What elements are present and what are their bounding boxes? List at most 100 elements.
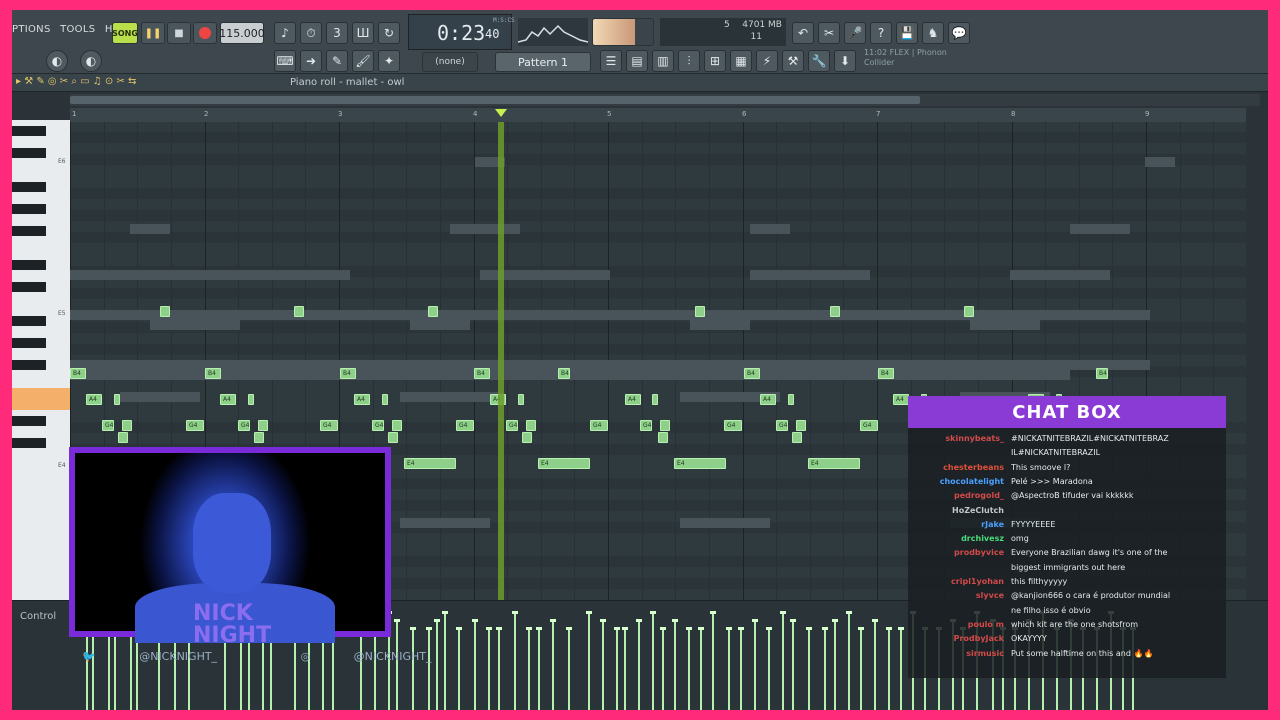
note[interactable]: B4: [744, 368, 760, 379]
note[interactable]: [248, 394, 254, 405]
black-key[interactable]: [12, 338, 46, 348]
master-pitch-knob[interactable]: ◐: [80, 50, 102, 72]
note[interactable]: G4: [590, 420, 608, 431]
velocity-bar[interactable]: [660, 627, 666, 710]
loop-record-icon[interactable]: ↻: [378, 22, 400, 44]
note[interactable]: [652, 394, 658, 405]
note[interactable]: A4: [354, 394, 370, 405]
scrollbar-thumb[interactable]: [70, 96, 920, 104]
note[interactable]: A4: [625, 394, 641, 405]
piano-keyboard[interactable]: E6 E5 E4: [12, 120, 70, 600]
step-edit-icon[interactable]: Ш: [352, 22, 374, 44]
black-key[interactable]: [12, 282, 46, 292]
velocity-bar[interactable]: [872, 619, 878, 710]
cut-icon[interactable]: ✂: [818, 22, 840, 44]
note[interactable]: [114, 394, 120, 405]
wait-input-icon[interactable]: ⏱: [300, 22, 322, 44]
velocity-bar[interactable]: [526, 627, 532, 710]
velocity-bar[interactable]: [636, 619, 642, 710]
velocity-bar[interactable]: [536, 627, 542, 710]
velocity-bar[interactable]: [622, 627, 628, 710]
velocity-bar[interactable]: [790, 619, 796, 710]
highlighted-key[interactable]: [12, 388, 70, 410]
microphone-icon[interactable]: 🎤: [844, 22, 866, 44]
horizontal-scrollbar[interactable]: [70, 94, 1260, 106]
note[interactable]: [392, 420, 402, 431]
pencil-icon[interactable]: ✎: [326, 50, 348, 72]
velocity-bar[interactable]: [898, 627, 904, 710]
note[interactable]: [792, 432, 802, 443]
black-key[interactable]: [12, 148, 46, 158]
tempo-display[interactable]: 115.000: [219, 22, 265, 44]
note[interactable]: G4: [456, 420, 474, 431]
mixer-icon[interactable]: ⫶: [678, 50, 700, 72]
arrow-icon[interactable]: ➜: [300, 50, 322, 72]
note[interactable]: G4: [372, 420, 384, 431]
note[interactable]: A4: [760, 394, 776, 405]
playhead[interactable]: [498, 122, 504, 600]
note[interactable]: B4: [474, 368, 490, 379]
velocity-bar[interactable]: [566, 627, 572, 710]
stop-button[interactable]: ■: [167, 22, 191, 44]
song-mode-button[interactable]: SONG: [112, 22, 138, 44]
black-key[interactable]: [12, 360, 46, 370]
undo-icon[interactable]: ↶: [792, 22, 814, 44]
pattern-selector[interactable]: Pattern 1: [495, 52, 591, 72]
playhead-marker-icon[interactable]: [495, 109, 507, 117]
note[interactable]: G4: [102, 420, 114, 431]
velocity-bar[interactable]: [410, 627, 416, 710]
velocity-bar[interactable]: [672, 619, 678, 710]
snap-select[interactable]: (none): [422, 52, 478, 72]
note[interactable]: G4: [238, 420, 250, 431]
note[interactable]: [658, 432, 668, 443]
note[interactable]: [428, 306, 438, 317]
pause-button[interactable]: ❚❚: [141, 22, 165, 44]
black-key[interactable]: [12, 126, 46, 136]
velocity-bar[interactable]: [106, 627, 112, 710]
velocity-bar[interactable]: [846, 611, 852, 710]
playlist-icon[interactable]: ☰: [600, 50, 622, 72]
note[interactable]: [788, 394, 794, 405]
velocity-bar[interactable]: [832, 619, 838, 710]
note[interactable]: [294, 306, 304, 317]
note[interactable]: [254, 432, 264, 443]
black-key[interactable]: [12, 204, 46, 214]
help-icon[interactable]: ?: [870, 22, 892, 44]
note[interactable]: G4: [186, 420, 204, 431]
note[interactable]: E4: [538, 458, 590, 469]
black-key[interactable]: [12, 416, 46, 426]
velocity-bar[interactable]: [710, 611, 716, 710]
note[interactable]: [695, 306, 705, 317]
note[interactable]: A4: [893, 394, 909, 405]
plugin-picker-icon[interactable]: ⚡: [756, 50, 778, 72]
piano-roll-icon[interactable]: ▤: [626, 50, 648, 72]
velocity-bar[interactable]: [766, 627, 772, 710]
note[interactable]: G4: [724, 420, 742, 431]
save-icon[interactable]: 💾: [896, 22, 918, 44]
project-icon[interactable]: ▦: [730, 50, 752, 72]
velocity-bar[interactable]: [512, 611, 518, 710]
note[interactable]: G4: [776, 420, 788, 431]
velocity-bar[interactable]: [698, 627, 704, 710]
velocity-bar[interactable]: [858, 627, 864, 710]
note[interactable]: [258, 420, 268, 431]
velocity-bar[interactable]: [822, 627, 828, 710]
note[interactable]: B4: [340, 368, 356, 379]
note[interactable]: [388, 432, 398, 443]
note[interactable]: B4: [558, 368, 570, 379]
black-key[interactable]: [12, 316, 46, 326]
note[interactable]: A4: [220, 394, 236, 405]
metronome-icon[interactable]: ♪: [274, 22, 296, 44]
note[interactable]: G4: [320, 420, 338, 431]
velocity-bar[interactable]: [456, 627, 462, 710]
plugin-icon[interactable]: ♞: [922, 22, 944, 44]
menu-tools[interactable]: TOOLS: [60, 24, 95, 35]
download-icon[interactable]: ⬇: [834, 50, 856, 72]
note[interactable]: [796, 420, 806, 431]
velocity-bar[interactable]: [550, 619, 556, 710]
velocity-bar[interactable]: [128, 627, 134, 710]
velocity-bar[interactable]: [496, 627, 502, 710]
tools-icon[interactable]: ⚒: [782, 50, 804, 72]
browser-icon[interactable]: ⊞: [704, 50, 726, 72]
note[interactable]: [526, 420, 536, 431]
